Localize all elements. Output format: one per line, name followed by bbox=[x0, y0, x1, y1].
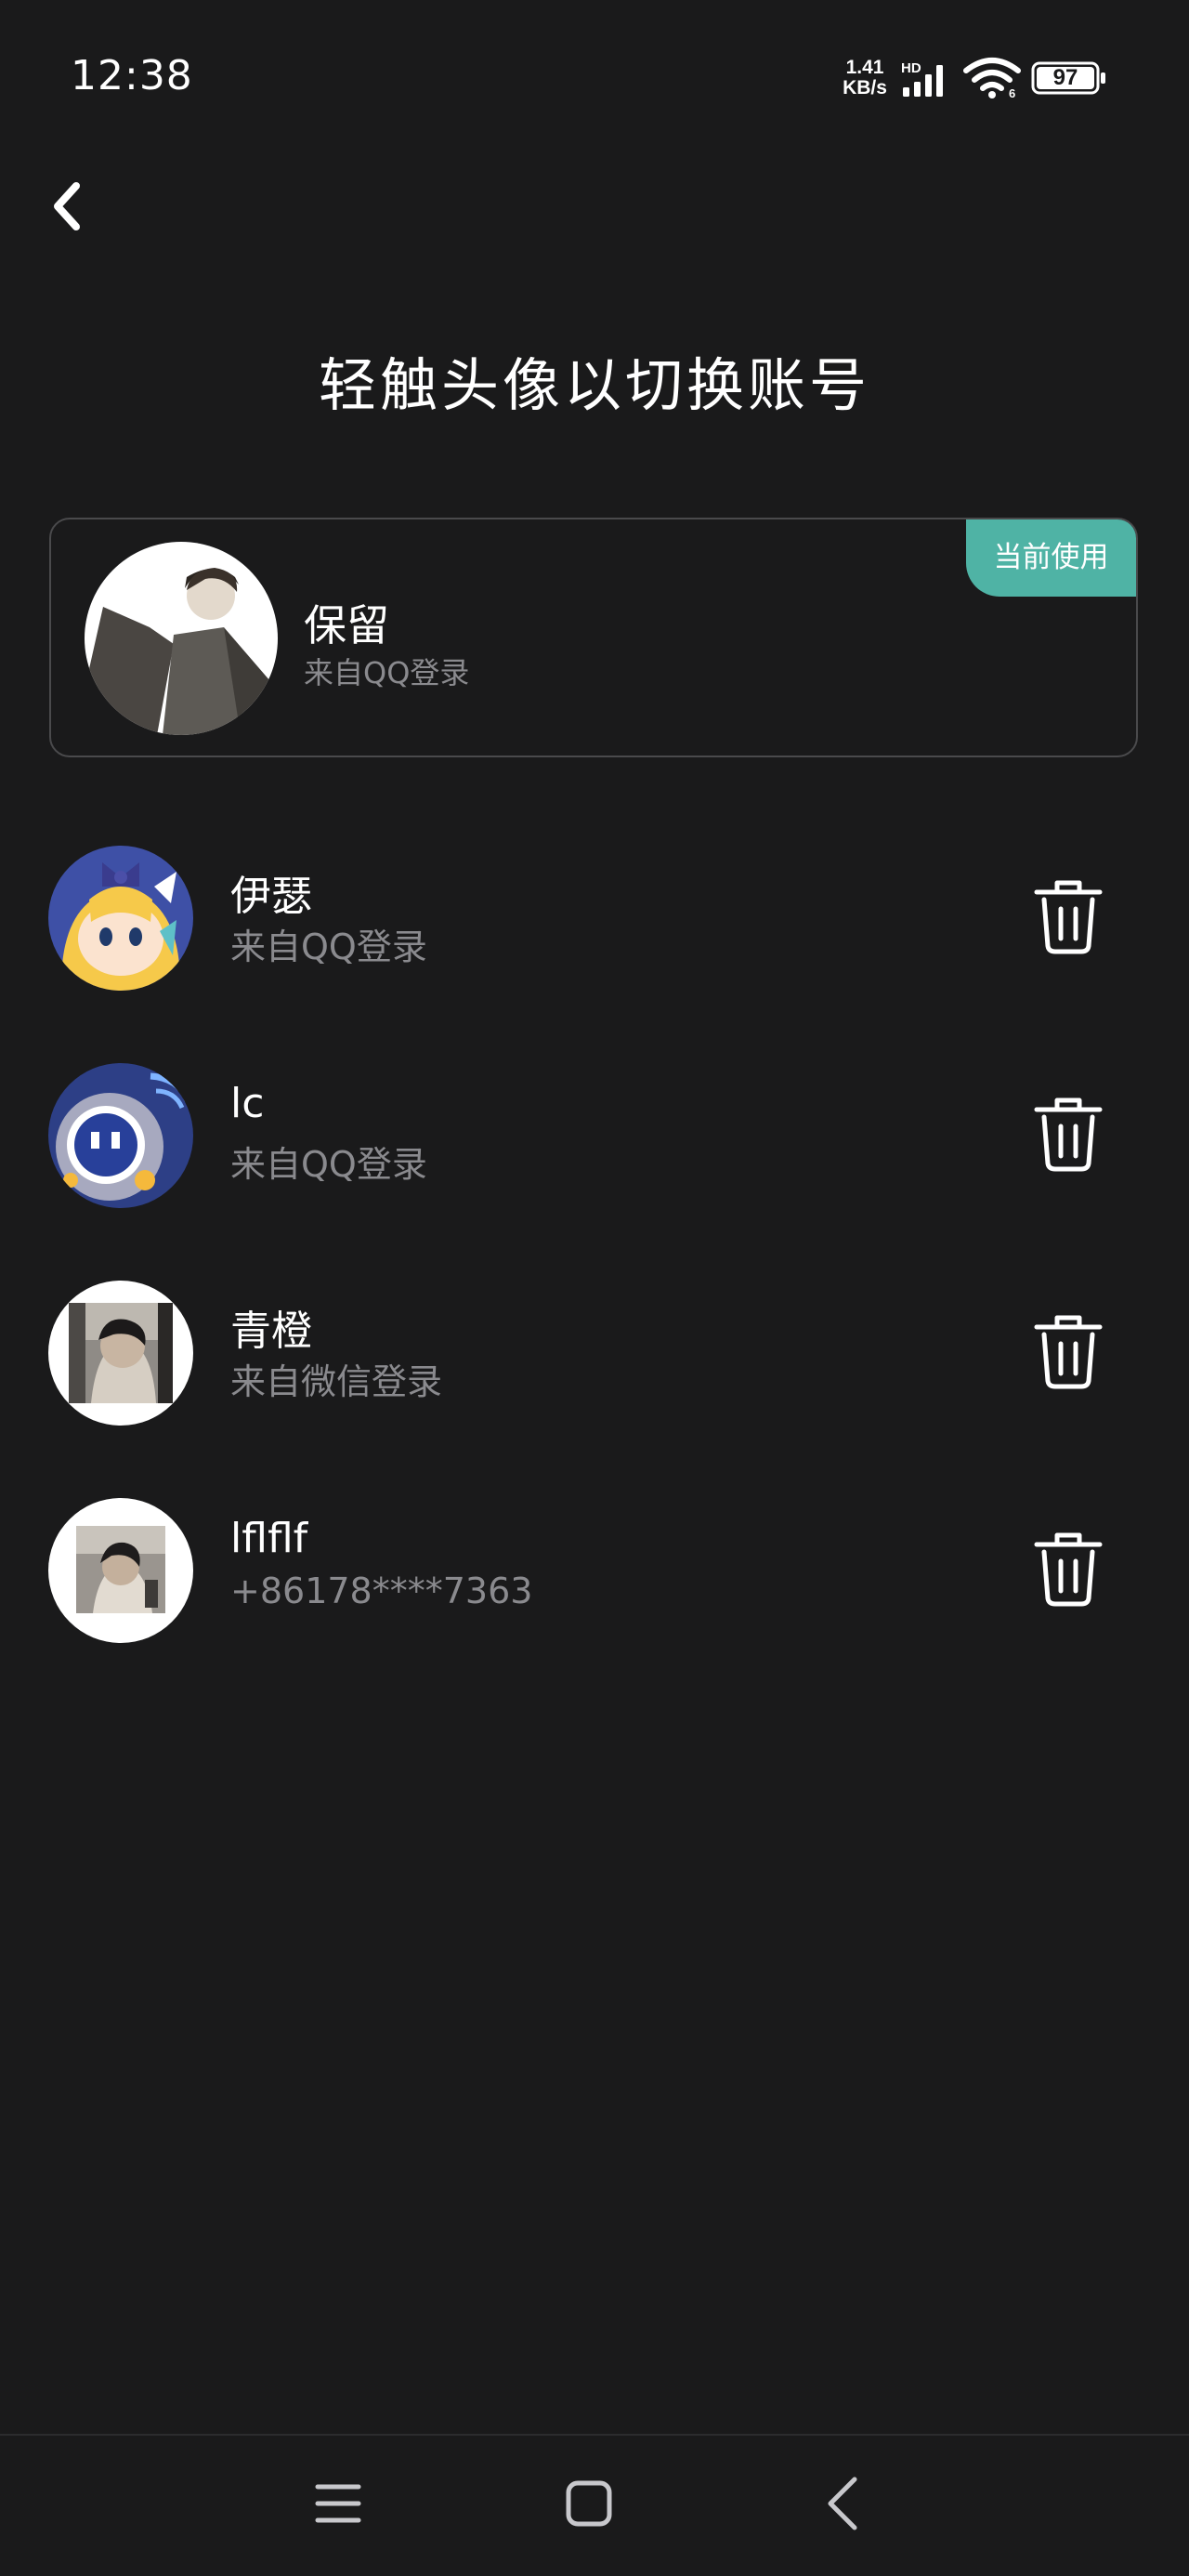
avatar[interactable] bbox=[48, 1063, 193, 1208]
account-name: lc bbox=[230, 1080, 265, 1127]
avatar[interactable] bbox=[48, 1281, 193, 1426]
account-row[interactable]: lc 来自QQ登录 bbox=[0, 1043, 1189, 1229]
delete-account-button[interactable] bbox=[1033, 877, 1104, 955]
delete-account-button[interactable] bbox=[1033, 1312, 1104, 1390]
delete-account-button[interactable] bbox=[1033, 1095, 1104, 1173]
current-account-source: 来自QQ登录 bbox=[304, 655, 470, 690]
home-square-icon[interactable] bbox=[565, 2479, 613, 2528]
battery-level: 97 bbox=[1052, 65, 1078, 90]
account-row[interactable]: 伊瑟 来自QQ登录 bbox=[0, 825, 1189, 1011]
nav-divider bbox=[0, 2434, 1189, 2436]
delete-account-button[interactable] bbox=[1033, 1530, 1104, 1608]
back-button[interactable] bbox=[37, 167, 97, 245]
account-name: 伊瑟 bbox=[230, 873, 312, 920]
battery-icon: 97 bbox=[1031, 61, 1109, 95]
trash-icon bbox=[1034, 1097, 1103, 1172]
network-speed-unit: KB/s bbox=[843, 77, 887, 99]
account-source: +86178****7363 bbox=[230, 1571, 533, 1611]
avatar[interactable] bbox=[85, 542, 278, 735]
account-source: 来自QQ登录 bbox=[230, 1144, 427, 1185]
account-name: 青橙 bbox=[230, 1308, 312, 1355]
network-speed: 1.41 KB/s bbox=[838, 58, 892, 99]
network-speed-value: 1.41 bbox=[845, 57, 884, 78]
avatar[interactable] bbox=[48, 1498, 193, 1643]
back-chevron-icon[interactable] bbox=[821, 2474, 866, 2533]
account-source: 来自微信登录 bbox=[230, 1361, 443, 1402]
account-source: 来自QQ登录 bbox=[230, 927, 427, 967]
account-row[interactable]: lflflf +86178****7363 bbox=[0, 1478, 1189, 1663]
menu-icon[interactable] bbox=[314, 2479, 362, 2528]
chevron-left-icon bbox=[54, 182, 80, 230]
wifi-icon: 6 bbox=[963, 58, 1021, 99]
network-label: HD bbox=[901, 60, 921, 76]
account-name: lflflf bbox=[230, 1515, 308, 1562]
current-account-name: 保留 bbox=[304, 600, 389, 651]
current-account-card[interactable]: 当前使用 保留 来自QQ登录 bbox=[49, 518, 1138, 757]
hd-signal-icon: HD bbox=[901, 60, 943, 97]
trash-icon bbox=[1034, 1315, 1103, 1389]
avatar[interactable] bbox=[48, 846, 193, 991]
status-time: 12:38 bbox=[71, 52, 193, 99]
page-title: 轻触头像以切换账号 bbox=[318, 351, 870, 419]
current-badge: 当前使用 bbox=[966, 519, 1136, 597]
trash-icon bbox=[1034, 880, 1103, 954]
account-row[interactable]: 青橙 来自微信登录 bbox=[0, 1260, 1189, 1446]
trash-icon bbox=[1034, 1532, 1103, 1607]
svg-text:6: 6 bbox=[1009, 86, 1015, 99]
